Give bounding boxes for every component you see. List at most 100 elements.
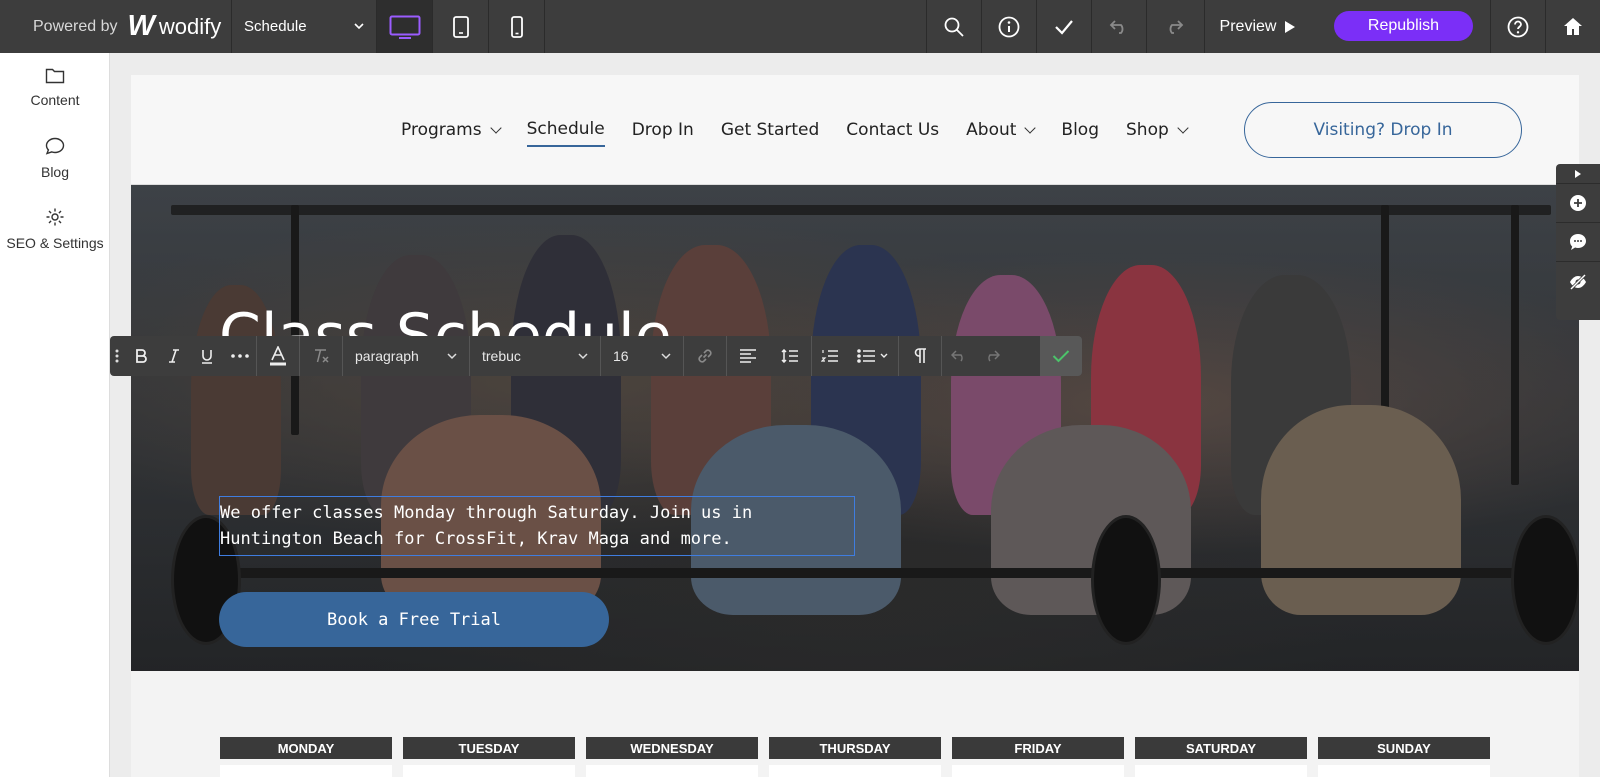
sidebar-item-label: SEO & Settings	[6, 235, 104, 251]
italic-icon	[168, 349, 179, 363]
schedule-cell	[1318, 765, 1490, 777]
nav-label: About	[966, 120, 1017, 140]
schedule-cell	[769, 765, 941, 777]
hide-element-button[interactable]	[1556, 262, 1600, 301]
redo-button[interactable]	[1146, 0, 1201, 53]
expand-panel-button[interactable]	[1556, 164, 1600, 184]
sidebar-item-seo-settings[interactable]: SEO & Settings	[0, 207, 110, 251]
nav-label: Shop	[1126, 120, 1169, 140]
schedule-day-headers: MONDAY TUESDAY WEDNESDAY THURSDAY FRIDAY…	[220, 737, 1490, 759]
bold-icon	[135, 349, 147, 363]
search-button[interactable]	[926, 0, 981, 53]
checkmark-icon	[1052, 350, 1070, 363]
line-height-button[interactable]	[769, 336, 811, 376]
chevron-down-icon	[489, 121, 502, 134]
hero-text-editable[interactable]: We offer classes Monday through Saturday…	[219, 496, 855, 556]
text-color-button[interactable]	[257, 336, 299, 376]
chevron-down-icon	[1024, 121, 1037, 134]
checkmark-icon	[1055, 19, 1073, 35]
undo-icon	[950, 350, 963, 362]
bold-button[interactable]	[124, 336, 157, 376]
nav-label: Programs	[401, 120, 482, 140]
help-button[interactable]	[1490, 0, 1545, 53]
schedule-cell	[586, 765, 758, 777]
nav-item-get-started[interactable]: Get Started	[721, 114, 819, 146]
nav-label: Blog	[1061, 120, 1099, 140]
align-left-button[interactable]	[727, 336, 769, 376]
hero-title: Class Schedule	[219, 301, 672, 338]
mobile-icon	[510, 15, 523, 38]
clear-formatting-icon	[315, 349, 329, 363]
add-element-button[interactable]	[1556, 184, 1600, 223]
chevron-down-icon	[354, 23, 364, 30]
font-family-select[interactable]: trebuc	[470, 336, 600, 376]
save-check-button[interactable]	[1036, 0, 1091, 53]
comments-button[interactable]	[1556, 223, 1600, 262]
day-header-wednesday: WEDNESDAY	[586, 737, 758, 759]
undo-button[interactable]	[1091, 0, 1146, 53]
search-icon	[944, 17, 964, 37]
page-selector[interactable]: Schedule	[232, 0, 377, 53]
sidebar-item-content[interactable]: Content	[0, 67, 110, 108]
schedule-cell	[403, 765, 575, 777]
home-button[interactable]	[1545, 0, 1600, 53]
confirm-edit-button[interactable]	[1040, 336, 1082, 376]
align-left-icon	[740, 349, 756, 363]
nav-item-blog[interactable]: Blog	[1061, 114, 1099, 146]
pilcrow-icon	[914, 348, 926, 363]
paragraph-mark-button[interactable]	[899, 336, 941, 376]
nav-item-programs[interactable]: Programs	[401, 114, 502, 146]
undo-icon	[1109, 19, 1124, 34]
sidebar-item-label: Blog	[40, 164, 70, 180]
add-circle-icon	[1570, 195, 1586, 211]
desktop-icon	[389, 15, 420, 39]
site-header: Programs Schedule Drop In Get Started Co…	[131, 75, 1579, 185]
play-icon	[1575, 169, 1581, 178]
nav-item-about[interactable]: About	[966, 114, 1037, 146]
bullet-list-button[interactable]	[848, 336, 898, 376]
schedule-cell	[1135, 765, 1307, 777]
editor-undo-button[interactable]	[942, 336, 975, 376]
sidebar-item-label: Content	[30, 92, 80, 108]
font-family-value: trebuc	[482, 348, 521, 364]
day-header-monday: MONDAY	[220, 737, 392, 759]
wodify-logo-mark: W	[127, 10, 155, 42]
sidebar-item-blog[interactable]: Blog	[0, 137, 110, 180]
visiting-drop-in-button[interactable]: Visiting? Drop In	[1244, 102, 1522, 158]
more-horizontal-icon	[230, 354, 249, 358]
underline-button[interactable]	[190, 336, 223, 376]
drag-handle[interactable]	[110, 336, 124, 376]
book-free-trial-button[interactable]: Book a Free Trial	[219, 592, 609, 647]
preview-button[interactable]: Preview	[1204, 0, 1311, 53]
republish-button[interactable]: Republish	[1334, 11, 1473, 41]
tablet-view-button[interactable]	[433, 0, 489, 53]
italic-button[interactable]	[157, 336, 190, 376]
ordered-list-button[interactable]	[812, 336, 848, 376]
editor-redo-button[interactable]	[975, 336, 1008, 376]
more-formatting-button[interactable]	[223, 336, 256, 376]
redo-icon	[987, 350, 1000, 362]
schedule-cell	[952, 765, 1124, 777]
nav-label: Get Started	[720, 120, 820, 140]
info-icon	[998, 16, 1020, 37]
rich-text-toolbar: paragraph trebuc 16	[110, 336, 1082, 376]
insert-link-button[interactable]	[684, 336, 726, 376]
nav-item-drop-in[interactable]: Drop In	[632, 114, 694, 146]
hide-icon	[1569, 273, 1587, 290]
bullet-list-icon	[857, 349, 888, 363]
block-format-select[interactable]: paragraph	[343, 336, 469, 376]
chevron-down-icon	[1177, 121, 1189, 134]
schedule-cell	[220, 765, 392, 777]
help-icon	[1507, 16, 1529, 37]
info-button[interactable]	[981, 0, 1036, 53]
desktop-view-button[interactable]	[377, 0, 433, 53]
block-format-value: paragraph	[355, 348, 419, 364]
font-size-select[interactable]: 16	[601, 336, 683, 376]
nav-item-shop[interactable]: Shop	[1126, 114, 1189, 146]
nav-item-contact-us[interactable]: Contact Us	[846, 114, 939, 146]
chevron-down-icon	[578, 352, 588, 359]
chevron-down-icon	[447, 352, 457, 359]
clear-formatting-button[interactable]	[300, 336, 342, 376]
nav-item-schedule[interactable]: Schedule	[526, 113, 605, 147]
mobile-view-button[interactable]	[489, 0, 545, 53]
